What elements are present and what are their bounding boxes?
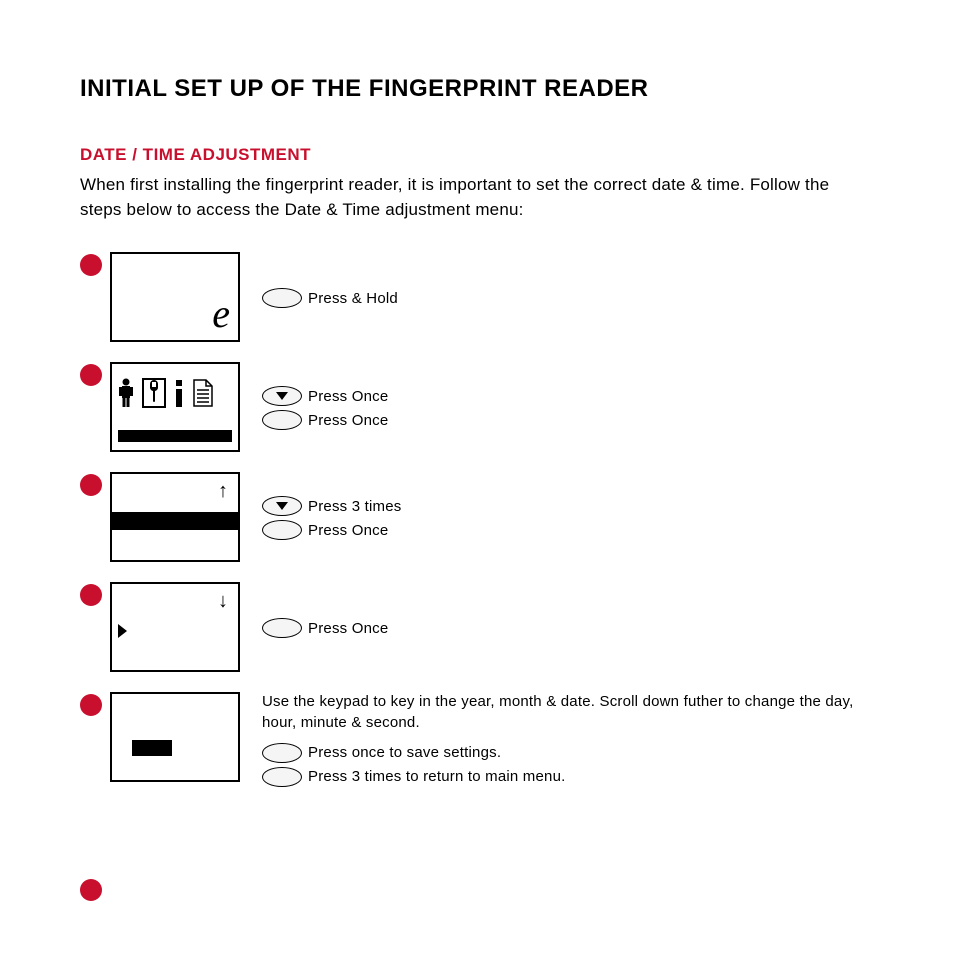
step-bullet bbox=[80, 584, 102, 606]
info-icon bbox=[174, 378, 184, 408]
arrow-down-icon: ↓ bbox=[218, 590, 228, 613]
step-bullet bbox=[80, 254, 102, 276]
step-bullet bbox=[80, 474, 102, 496]
device-screen: ↑ bbox=[110, 472, 240, 562]
step-2: Press Once Press Once bbox=[80, 362, 874, 452]
manual-page: INITIAL SET UP OF THE FINGERPRINT READER… bbox=[0, 0, 954, 941]
instruction-text: Press Once bbox=[308, 388, 388, 405]
instruction-text: Press Once bbox=[308, 412, 388, 429]
document-icon bbox=[192, 378, 214, 408]
arrow-up-icon: ↑ bbox=[218, 480, 228, 503]
wrench-icon bbox=[142, 378, 166, 408]
down-button-icon bbox=[262, 386, 302, 406]
instruction-text: Press & Hold bbox=[308, 290, 398, 307]
caret-right-icon bbox=[118, 624, 127, 638]
step-5: Use the keypad to key in the year, month… bbox=[80, 692, 874, 789]
instruction-text: Press Once bbox=[308, 522, 388, 539]
instruction-text: Press once to save settings. bbox=[308, 744, 501, 761]
cursor-block bbox=[132, 740, 172, 756]
person-icon bbox=[118, 378, 134, 408]
step-instructions: Press Once Press Once bbox=[248, 362, 874, 432]
e-logo-icon: e bbox=[212, 294, 230, 334]
blank-button-icon bbox=[262, 410, 302, 430]
page-title: INITIAL SET UP OF THE FINGERPRINT READER bbox=[80, 75, 874, 103]
step-4: ↓ Press Once bbox=[80, 582, 874, 672]
step-bullet bbox=[80, 364, 102, 386]
blank-button-icon bbox=[262, 288, 302, 308]
intro-text: When first installing the fingerprint re… bbox=[80, 173, 874, 222]
instruction-text: Press 3 times bbox=[308, 498, 401, 515]
blank-button-icon bbox=[262, 520, 302, 540]
page-bullet bbox=[80, 879, 102, 901]
selection-bar bbox=[112, 512, 238, 530]
blank-button-icon bbox=[262, 618, 302, 638]
instruction-text: Press 3 times to return to main menu. bbox=[308, 768, 566, 785]
device-screen: ↓ bbox=[110, 582, 240, 672]
step-instructions: Press Once bbox=[248, 582, 874, 640]
step-instructions: Press 3 times Press Once bbox=[248, 472, 874, 542]
step-instructions: Use the keypad to key in the year, month… bbox=[248, 692, 874, 789]
blank-button-icon bbox=[262, 767, 302, 787]
step-bullet bbox=[80, 694, 102, 716]
step-instructions: Press & Hold bbox=[248, 252, 874, 310]
instruction-text: Press Once bbox=[308, 620, 388, 637]
selection-bar bbox=[118, 430, 232, 442]
down-button-icon bbox=[262, 496, 302, 516]
device-screen bbox=[110, 692, 240, 782]
step-3: ↑ Press 3 times Press Once bbox=[80, 472, 874, 562]
device-screen: e bbox=[110, 252, 240, 342]
steps-list: e Press & Hold bbox=[80, 252, 874, 789]
step-1: e Press & Hold bbox=[80, 252, 874, 342]
instruction-paragraph: Use the keypad to key in the year, month… bbox=[262, 692, 874, 733]
blank-button-icon bbox=[262, 743, 302, 763]
section-heading: DATE / TIME ADJUSTMENT bbox=[80, 145, 874, 165]
device-screen bbox=[110, 362, 240, 452]
